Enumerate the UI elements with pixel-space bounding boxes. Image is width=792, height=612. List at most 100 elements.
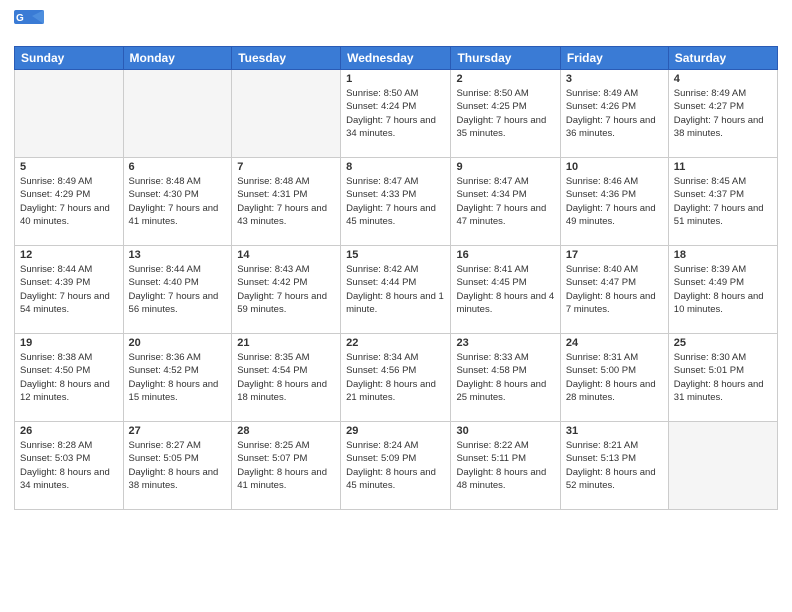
week-row-5: 26 Sunrise: 8:28 AMSunset: 5:03 PMDayligh… [15,422,778,510]
day-number: 28 [237,425,335,437]
day-info: Sunrise: 8:50 AMSunset: 4:24 PMDaylight:… [346,87,445,140]
day-number: 30 [456,425,554,437]
day-number: 11 [674,161,772,173]
day-number: 23 [456,337,554,349]
day-number: 25 [674,337,772,349]
day-cell: 2 Sunrise: 8:50 AMSunset: 4:25 PMDaylight… [451,70,560,158]
day-info: Sunrise: 8:42 AMSunset: 4:44 PMDaylight:… [346,263,445,316]
day-info: Sunrise: 8:49 AMSunset: 4:29 PMDaylight:… [20,175,118,228]
day-info: Sunrise: 8:50 AMSunset: 4:25 PMDaylight:… [456,87,554,140]
day-cell: 1 Sunrise: 8:50 AMSunset: 4:24 PMDaylight… [341,70,451,158]
day-info: Sunrise: 8:47 AMSunset: 4:34 PMDaylight:… [456,175,554,228]
day-number: 14 [237,249,335,261]
calendar: SundayMondayTuesdayWednesdayThursdayFrid… [14,46,778,510]
day-info: Sunrise: 8:30 AMSunset: 5:01 PMDaylight:… [674,351,772,404]
day-cell [123,70,232,158]
day-number: 22 [346,337,445,349]
day-number: 21 [237,337,335,349]
day-number: 29 [346,425,445,437]
day-cell: 31Sunrise: 8:21 AMSunset: 5:13 PMDayligh… [560,422,668,510]
day-number: 16 [456,249,554,261]
day-cell: 15 Sunrise: 8:42 AMSunset: 4:44 PMDayligh… [341,246,451,334]
day-number: 24 [566,337,663,349]
day-info: Sunrise: 8:24 AMSunset: 5:09 PMDaylight:… [346,439,445,492]
day-cell: 7 Sunrise: 8:48 AMSunset: 4:31 PMDaylight… [232,158,341,246]
day-cell: 6Sunrise: 8:48 AMSunset: 4:30 PMDaylight… [123,158,232,246]
weekday-header-sunday: Sunday [15,47,124,70]
day-number: 9 [456,161,554,173]
day-info: Sunrise: 8:27 AMSunset: 5:05 PMDaylight:… [129,439,227,492]
day-number: 19 [20,337,118,349]
day-info: Sunrise: 8:44 AMSunset: 4:40 PMDaylight:… [129,263,227,316]
header: G [14,10,778,38]
week-row-4: 19 Sunrise: 8:38 AMSunset: 4:50 PMDayligh… [15,334,778,422]
day-cell: 11 Sunrise: 8:45 AMSunset: 4:37 PMDayligh… [668,158,777,246]
day-number: 6 [129,161,227,173]
day-number: 26 [20,425,118,437]
day-cell [232,70,341,158]
day-cell: 28 Sunrise: 8:25 AMSunset: 5:07 PMDayligh… [232,422,341,510]
day-cell: 20 Sunrise: 8:36 AMSunset: 4:52 PMDayligh… [123,334,232,422]
day-info: Sunrise: 8:38 AMSunset: 4:50 PMDaylight:… [20,351,118,404]
day-number: 13 [129,249,227,261]
day-cell: 30Sunrise: 8:22 AMSunset: 5:11 PMDayligh… [451,422,560,510]
day-cell: 25 Sunrise: 8:30 AMSunset: 5:01 PMDayligh… [668,334,777,422]
day-cell: 19 Sunrise: 8:38 AMSunset: 4:50 PMDayligh… [15,334,124,422]
day-number: 4 [674,73,772,85]
weekday-header-friday: Friday [560,47,668,70]
day-info: Sunrise: 8:36 AMSunset: 4:52 PMDaylight:… [129,351,227,404]
day-cell [668,422,777,510]
day-info: Sunrise: 8:39 AMSunset: 4:49 PMDaylight:… [674,263,772,316]
day-cell [15,70,124,158]
day-number: 10 [566,161,663,173]
day-number: 7 [237,161,335,173]
day-number: 5 [20,161,118,173]
week-row-3: 12 Sunrise: 8:44 AMSunset: 4:39 PMDayligh… [15,246,778,334]
day-info: Sunrise: 8:44 AMSunset: 4:39 PMDaylight:… [20,263,118,316]
day-info: Sunrise: 8:46 AMSunset: 4:36 PMDaylight:… [566,175,663,228]
day-info: Sunrise: 8:34 AMSunset: 4:56 PMDaylight:… [346,351,445,404]
day-info: Sunrise: 8:33 AMSunset: 4:58 PMDaylight:… [456,351,554,404]
weekday-header-monday: Monday [123,47,232,70]
day-info: Sunrise: 8:28 AMSunset: 5:03 PMDaylight:… [20,439,118,492]
week-row-2: 5 Sunrise: 8:49 AMSunset: 4:29 PMDaylight… [15,158,778,246]
day-cell: 9 Sunrise: 8:47 AMSunset: 4:34 PMDaylight… [451,158,560,246]
day-info: Sunrise: 8:35 AMSunset: 4:54 PMDaylight:… [237,351,335,404]
day-number: 1 [346,73,445,85]
svg-text:G: G [16,13,24,24]
week-row-1: 1 Sunrise: 8:50 AMSunset: 4:24 PMDaylight… [15,70,778,158]
day-info: Sunrise: 8:43 AMSunset: 4:42 PMDaylight:… [237,263,335,316]
day-number: 12 [20,249,118,261]
day-cell: 17Sunrise: 8:40 AMSunset: 4:47 PMDayligh… [560,246,668,334]
day-info: Sunrise: 8:48 AMSunset: 4:31 PMDaylight:… [237,175,335,228]
day-cell: 29 Sunrise: 8:24 AMSunset: 5:09 PMDayligh… [341,422,451,510]
day-number: 20 [129,337,227,349]
day-info: Sunrise: 8:47 AMSunset: 4:33 PMDaylight:… [346,175,445,228]
day-info: Sunrise: 8:45 AMSunset: 4:37 PMDaylight:… [674,175,772,228]
day-cell: 22 Sunrise: 8:34 AMSunset: 4:56 PMDayligh… [341,334,451,422]
logo-icon: G [14,10,44,38]
day-info: Sunrise: 8:21 AMSunset: 5:13 PMDaylight:… [566,439,663,492]
weekday-header-wednesday: Wednesday [341,47,451,70]
day-info: Sunrise: 8:25 AMSunset: 5:07 PMDaylight:… [237,439,335,492]
day-number: 2 [456,73,554,85]
day-cell: 12 Sunrise: 8:44 AMSunset: 4:39 PMDayligh… [15,246,124,334]
day-cell: 16 Sunrise: 8:41 AMSunset: 4:45 PMDayligh… [451,246,560,334]
day-cell: 27Sunrise: 8:27 AMSunset: 5:05 PMDayligh… [123,422,232,510]
day-cell: 4 Sunrise: 8:49 AMSunset: 4:27 PMDaylight… [668,70,777,158]
day-cell: 10 Sunrise: 8:46 AMSunset: 4:36 PMDayligh… [560,158,668,246]
day-number: 8 [346,161,445,173]
day-number: 15 [346,249,445,261]
day-cell: 5 Sunrise: 8:49 AMSunset: 4:29 PMDaylight… [15,158,124,246]
day-number: 3 [566,73,663,85]
day-info: Sunrise: 8:41 AMSunset: 4:45 PMDaylight:… [456,263,554,316]
weekday-header-row: SundayMondayTuesdayWednesdayThursdayFrid… [15,47,778,70]
day-info: Sunrise: 8:49 AMSunset: 4:27 PMDaylight:… [674,87,772,140]
day-cell: 14 Sunrise: 8:43 AMSunset: 4:42 PMDayligh… [232,246,341,334]
logo: G [14,10,48,38]
day-info: Sunrise: 8:31 AMSunset: 5:00 PMDaylight:… [566,351,663,404]
weekday-header-thursday: Thursday [451,47,560,70]
day-cell: 23 Sunrise: 8:33 AMSunset: 4:58 PMDayligh… [451,334,560,422]
day-cell: 21 Sunrise: 8:35 AMSunset: 4:54 PMDayligh… [232,334,341,422]
day-cell: 18Sunrise: 8:39 AMSunset: 4:49 PMDayligh… [668,246,777,334]
